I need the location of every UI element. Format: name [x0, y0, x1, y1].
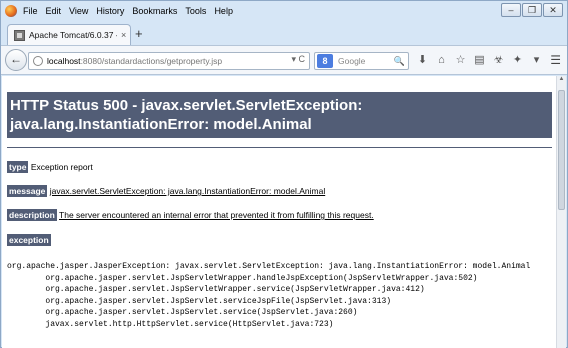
reload-icon[interactable]: ▾ C: [291, 54, 305, 65]
search-input[interactable]: Google: [338, 56, 394, 66]
window-controls: – ❐ ✕: [501, 3, 563, 17]
description-label: description: [7, 209, 57, 221]
minimize-button[interactable]: –: [501, 3, 521, 17]
new-tab-button[interactable]: +: [135, 27, 143, 41]
page-favicon-icon: [14, 29, 25, 41]
download-icon[interactable]: ⬇: [415, 53, 430, 68]
close-window-button[interactable]: ✕: [543, 3, 563, 17]
tab-close-icon[interactable]: ×: [121, 30, 126, 40]
message-label: message: [7, 185, 48, 197]
more-icon[interactable]: ▾: [529, 53, 544, 68]
navigation-bar: ← localhost:8080/standardactions/getprop…: [1, 45, 567, 75]
scrollbar-thumb[interactable]: [558, 90, 565, 210]
menu-view[interactable]: View: [65, 6, 92, 16]
type-row: type Exception report: [7, 161, 93, 173]
stack-trace: org.apache.jasper.JasperException: javax…: [7, 262, 531, 329]
pocket-icon[interactable]: ☣: [491, 53, 506, 68]
home-icon[interactable]: ⌂: [434, 53, 449, 68]
page-title: HTTP Status 500 - javax.servlet.ServletE…: [7, 92, 552, 138]
hamburger-menu-icon[interactable]: ☰: [550, 53, 561, 68]
bookmark-star-icon[interactable]: ☆: [453, 53, 468, 68]
menu-help[interactable]: Help: [210, 6, 237, 16]
type-label: type: [7, 161, 29, 173]
exception-label: exception: [7, 234, 51, 246]
vertical-scrollbar[interactable]: ▲: [556, 76, 566, 348]
url-host: localhost: [47, 56, 81, 66]
back-button[interactable]: ←: [5, 49, 27, 71]
description-value: The server encountered an internal error…: [59, 210, 374, 220]
menubar: File Edit View History Bookmarks Tools H…: [1, 1, 567, 21]
browser-window: File Edit View History Bookmarks Tools H…: [0, 0, 568, 348]
url-path: :8080/standardactions/getproperty.jsp: [80, 56, 223, 66]
message-row: message javax.servlet.ServletException: …: [7, 185, 326, 197]
search-icon[interactable]: 🔍: [394, 56, 405, 67]
site-identity-icon[interactable]: [33, 56, 43, 66]
firefox-logo-icon: [5, 5, 17, 17]
menu-edit[interactable]: Edit: [42, 6, 66, 16]
menu-file[interactable]: File: [19, 6, 42, 16]
page-content: HTTP Status 500 - javax.servlet.ServletE…: [2, 76, 558, 348]
menu-history[interactable]: History: [92, 6, 128, 16]
description-row: description The server encountered an in…: [7, 209, 374, 221]
tab-title: Apache Tomcat/6.0.37 - Er...: [29, 30, 117, 40]
restore-button[interactable]: ❐: [522, 3, 542, 17]
tab-strip: Apache Tomcat/6.0.37 - Er... × +: [1, 21, 567, 45]
scroll-up-arrow-icon[interactable]: ▲: [557, 76, 566, 86]
search-bar[interactable]: 8 Google 🔍: [314, 52, 409, 70]
toolbar-icons: ⬇ ⌂ ☆ ▤ ☣ ✦ ▾: [415, 53, 544, 68]
extension-icon[interactable]: ✦: [510, 53, 525, 68]
url-bar[interactable]: localhost:8080/standardactions/getproper…: [28, 52, 310, 70]
type-value: Exception report: [28, 162, 93, 172]
menu-bookmarks[interactable]: Bookmarks: [128, 6, 181, 16]
menu-tools[interactable]: Tools: [181, 6, 210, 16]
back-arrow-icon: ←: [10, 52, 22, 66]
search-engine-google-icon[interactable]: 8: [317, 54, 333, 68]
reader-icon[interactable]: ▤: [472, 53, 487, 68]
exception-row: exception: [7, 234, 51, 246]
tab-apache-tomcat[interactable]: Apache Tomcat/6.0.37 - Er... ×: [7, 24, 131, 45]
message-value: javax.servlet.ServletException: java.lan…: [49, 186, 326, 196]
divider: [7, 147, 552, 148]
